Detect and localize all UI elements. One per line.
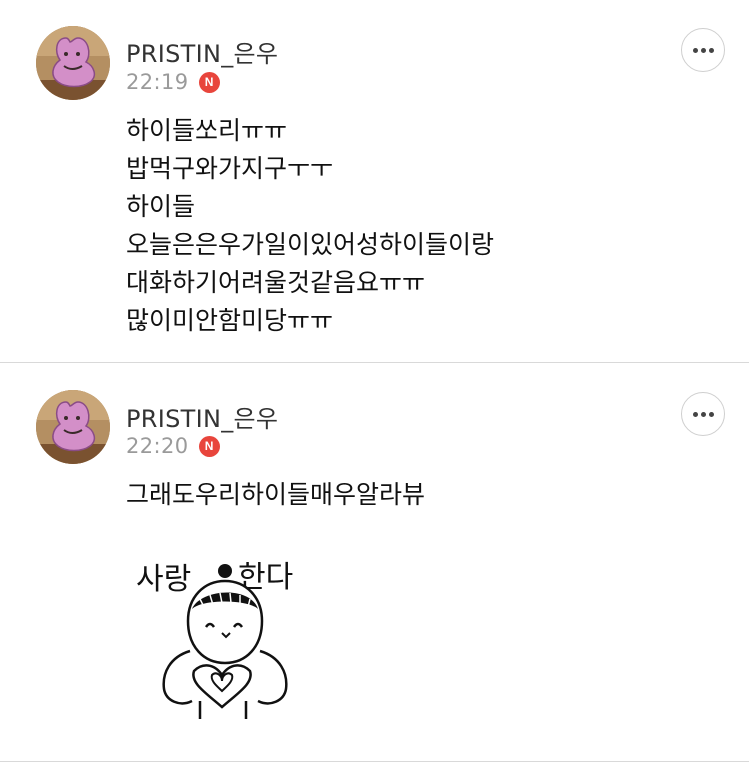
post-line: 그래도우리하이들매우알라뷰 xyxy=(126,480,426,509)
more-dot-icon xyxy=(700,411,706,417)
sticker-character-icon: 사랑 한다 xyxy=(136,560,293,719)
post-1: PRISTIN_은우 22:19 N 하이들쏘리ㅠㅠ 밥먹구와가지구ㅜㅜ 하이들… xyxy=(0,0,749,362)
post-divider xyxy=(0,761,749,762)
post-meta: 22:19 N xyxy=(126,70,220,94)
more-dot-icon xyxy=(692,47,698,53)
new-badge: N xyxy=(198,71,220,93)
new-badge: N xyxy=(198,435,220,457)
post-line: 하이들쏘리ㅠㅠ xyxy=(126,116,288,145)
post-line: 밥먹구와가지구ㅜㅜ xyxy=(126,154,334,183)
post-line: 하이들 xyxy=(126,192,196,221)
avatar-image-icon xyxy=(36,26,110,100)
more-dot-icon xyxy=(708,411,714,417)
username[interactable]: PRISTIN_은우 xyxy=(126,399,278,434)
post-body: 하이들쏘리ㅠㅠ 밥먹구와가지구ㅜㅜ 하이들 오늘은은우가일이있어성하이들이랑 대… xyxy=(126,112,494,340)
timestamp: 22:20 xyxy=(126,434,189,458)
post-line: 많이미안함미당ㅠㅠ xyxy=(126,306,334,335)
sticker-text-left: 사랑 xyxy=(136,562,191,597)
love-you-character-sticker[interactable]: 사랑 한다 xyxy=(130,551,310,721)
username[interactable]: PRISTIN_은우 xyxy=(126,34,278,69)
more-dot-icon xyxy=(692,411,698,417)
post-line: 대화하기어려울것같음요ㅠㅠ xyxy=(126,268,426,297)
timestamp: 22:19 xyxy=(126,70,189,94)
post-2: PRISTIN_은우 22:20 N 그래도우리하이들매우알라뷰 사랑 한다 xyxy=(0,363,749,763)
post-body: 그래도우리하이들매우알라뷰 xyxy=(126,476,425,514)
avatar-image-icon xyxy=(36,390,110,464)
more-options-button[interactable] xyxy=(681,392,725,436)
post-line: 오늘은은우가일이있어성하이들이랑 xyxy=(126,230,495,259)
avatar[interactable] xyxy=(36,26,110,100)
avatar[interactable] xyxy=(36,390,110,464)
post-meta: 22:20 N xyxy=(126,434,220,458)
more-dot-icon xyxy=(700,47,706,53)
more-options-button[interactable] xyxy=(681,28,725,72)
more-dot-icon xyxy=(708,47,714,53)
